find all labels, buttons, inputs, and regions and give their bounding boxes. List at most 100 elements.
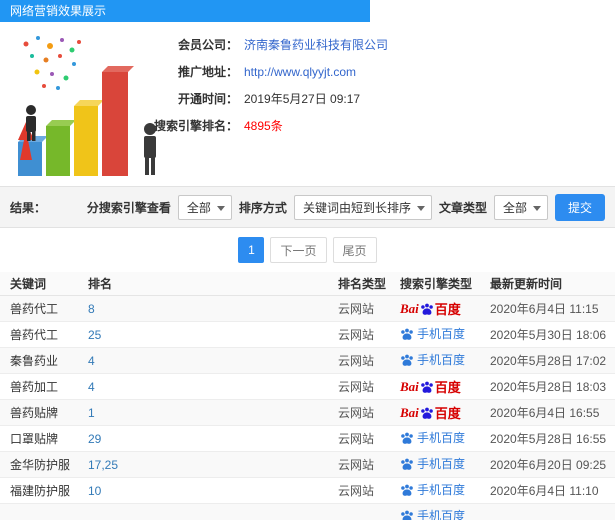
keyword-cell: 兽药贴牌 <box>10 406 59 420</box>
info-field-label: 会员公司： <box>177 38 238 52</box>
rank-type-cell: 云网站 <box>338 380 375 394</box>
rank-link[interactable]: 17,25 <box>88 458 338 472</box>
chevron-down-icon <box>216 205 225 211</box>
rank-type-cell: 云网站 <box>338 328 375 342</box>
keyword-cell: 金华防护服 <box>10 458 71 472</box>
rank-link[interactable]: 10 <box>88 484 338 498</box>
keyword-cell: 福建防护服 <box>10 484 71 498</box>
pagination-last-button[interactable]: 尾页 <box>332 237 377 263</box>
table-body: 兽药代工 8 云网站 Bai 百度 2020年6月4日 11:15 兽药代工 25 云网站 手机百… <box>0 296 615 520</box>
table-row: 兽药代工 8 云网站 Bai 百度 2020年6月4日 11:15 <box>0 296 615 322</box>
mobile-baidu-label: 手机百度 <box>417 483 466 498</box>
submit-button[interactable]: 提交 <box>554 193 605 221</box>
engine-select-value: 全部 <box>186 200 211 215</box>
engine-filter-label: 分搜索引擎查看 <box>86 200 171 215</box>
keyword-cell: 兽药加工 <box>10 380 59 394</box>
table-row: 口罩贴牌 29 云网站 手机百度 2020年5月28日 16:55 <box>0 426 615 452</box>
rank-link[interactable]: 29 <box>88 432 338 446</box>
baidu-logo-latin: Bai <box>400 300 419 316</box>
update-time-cell: 2020年6月4日 11:15 <box>490 302 599 316</box>
mobile-baidu-logo: 手机百度 <box>400 455 465 472</box>
baidu-paw-icon <box>401 510 413 520</box>
table-row: 兽药贴牌 1 云网站 Bai 百度 2020年6月4日 16:55 <box>0 400 615 426</box>
info-field-value[interactable]: http://www.qlyyjt.com <box>244 63 356 82</box>
pagination-current-page[interactable]: 1 <box>238 237 265 263</box>
mobile-baidu-label: 手机百度 <box>417 457 466 472</box>
table-row: 兽药代工 25 云网站 手机百度 2020年5月30日 18:06 <box>0 322 615 348</box>
update-time-cell: 2020年6月4日 16:55 <box>490 406 600 420</box>
baidu-logo: Bai 百度 <box>400 299 461 318</box>
rank-link[interactable]: 4 <box>88 354 338 368</box>
baidu-paw-icon <box>420 381 433 393</box>
baidu-logo: Bai 百度 <box>400 377 461 396</box>
update-time-cell: 2020年5月28日 16:55 <box>490 432 607 446</box>
info-field-value: 4895条 <box>244 119 283 133</box>
info-field-value: 2019年5月27日 09:17 <box>244 92 361 106</box>
baidu-logo-cn: 百度 <box>434 302 461 317</box>
mobile-baidu-logo: 手机百度 <box>400 351 465 368</box>
rank-link[interactable]: 8 <box>88 302 338 316</box>
column-header: 搜索引擎类型 <box>400 277 473 291</box>
keyword-cell: 兽药代工 <box>10 302 59 316</box>
search-engine-cell: Bai 百度 <box>400 299 490 318</box>
baidu-paw-icon <box>401 458 413 470</box>
engine-select[interactable]: 全部 <box>177 194 232 220</box>
column-header: 关键词 <box>10 277 47 291</box>
mobile-baidu-logo: 手机百度 <box>400 481 465 498</box>
search-engine-cell: 手机百度 <box>400 481 490 500</box>
info-fields: 会员公司： 济南秦鲁药业科技有限公司 推广地址： http://www.qlyyjt.… <box>120 36 388 144</box>
rank-link[interactable]: 1 <box>88 406 338 420</box>
result-label: 结果： <box>10 200 47 215</box>
info-field: 开通时间： 2019年5月27日 09:17 <box>120 90 388 109</box>
page-title-bar: 网络营销效果展示 <box>0 0 370 22</box>
update-time-cell: 2020年6月4日 11:10 <box>490 484 599 498</box>
info-field-label: 搜索引擎排名： <box>153 119 238 133</box>
mobile-baidu-label: 手机百度 <box>417 353 466 368</box>
info-field-label: 推广地址： <box>177 65 238 79</box>
chevron-down-icon <box>416 205 425 211</box>
article-type-select[interactable]: 全部 <box>493 194 548 220</box>
mobile-baidu-label: 手机百度 <box>417 509 466 520</box>
member-info-section: 会员公司： 济南秦鲁药业科技有限公司 推广地址： http://www.qlyyjt.… <box>0 22 615 186</box>
baidu-logo-latin: Bai <box>400 378 419 394</box>
rank-type-cell: 云网站 <box>338 484 375 498</box>
info-field: 搜索引擎排名： 4895条 <box>120 117 388 136</box>
search-engine-cell: 手机百度 <box>400 507 490 520</box>
rank-type-cell: 云网站 <box>338 406 375 420</box>
baidu-logo: Bai 百度 <box>400 403 461 422</box>
keyword-cell: 口罩贴牌 <box>10 432 59 446</box>
info-field-value[interactable]: 济南秦鲁药业科技有限公司 <box>244 36 388 55</box>
baidu-paw-icon <box>401 328 413 340</box>
update-time-cell: 2020年5月28日 17:02 <box>490 354 607 368</box>
baidu-paw-icon <box>401 354 413 366</box>
table-header-row: 关键词 排名 排名类型 搜索引擎类型 最新更新时间 <box>0 272 615 296</box>
baidu-logo-cn: 百度 <box>434 406 461 421</box>
rank-type-cell: 云网站 <box>338 354 375 368</box>
mobile-baidu-logo: 手机百度 <box>400 325 465 342</box>
sort-select[interactable]: 关键词由短到长排序 <box>293 194 432 220</box>
mobile-baidu-label: 手机百度 <box>417 327 466 342</box>
table-row: 秦鲁药业 4 云网站 手机百度 2020年5月28日 17:02 <box>0 348 615 374</box>
update-time-cell: 2020年5月28日 18:03 <box>490 380 607 394</box>
rank-link[interactable]: 4 <box>88 380 338 394</box>
page-title: 网络营销效果展示 <box>10 4 107 18</box>
article-type-select-value: 全部 <box>502 200 527 215</box>
table-row: 金华防护服 17,25 云网站 手机百度 2020年6月20日 09:25 <box>0 452 615 478</box>
keyword-cell: 秦鲁药业 <box>10 354 59 368</box>
rank-link[interactable]: 25 <box>88 328 338 342</box>
update-time-cell: 2020年5月30日 18:06 <box>490 328 607 342</box>
keyword-cell: 兽药代工 <box>10 328 59 342</box>
pagination-next-button[interactable]: 下一页 <box>270 237 327 263</box>
column-header: 排名类型 <box>338 277 387 291</box>
sort-select-value: 关键词由短到长排序 <box>302 200 411 215</box>
search-engine-cell: 手机百度 <box>400 325 490 344</box>
info-field-label: 开通时间： <box>177 92 238 106</box>
rank-type-cell: 云网站 <box>338 432 375 446</box>
baidu-paw-icon <box>420 407 433 419</box>
mobile-baidu-logo: 手机百度 <box>400 507 465 520</box>
table-row: 福建防护服 10 云网站 手机百度 2020年6月4日 11:10 <box>0 478 615 504</box>
mobile-baidu-logo: 手机百度 <box>400 429 465 446</box>
baidu-paw-icon <box>401 484 413 496</box>
baidu-logo-latin: Bai <box>400 404 419 420</box>
mobile-baidu-label: 手机百度 <box>417 431 466 446</box>
